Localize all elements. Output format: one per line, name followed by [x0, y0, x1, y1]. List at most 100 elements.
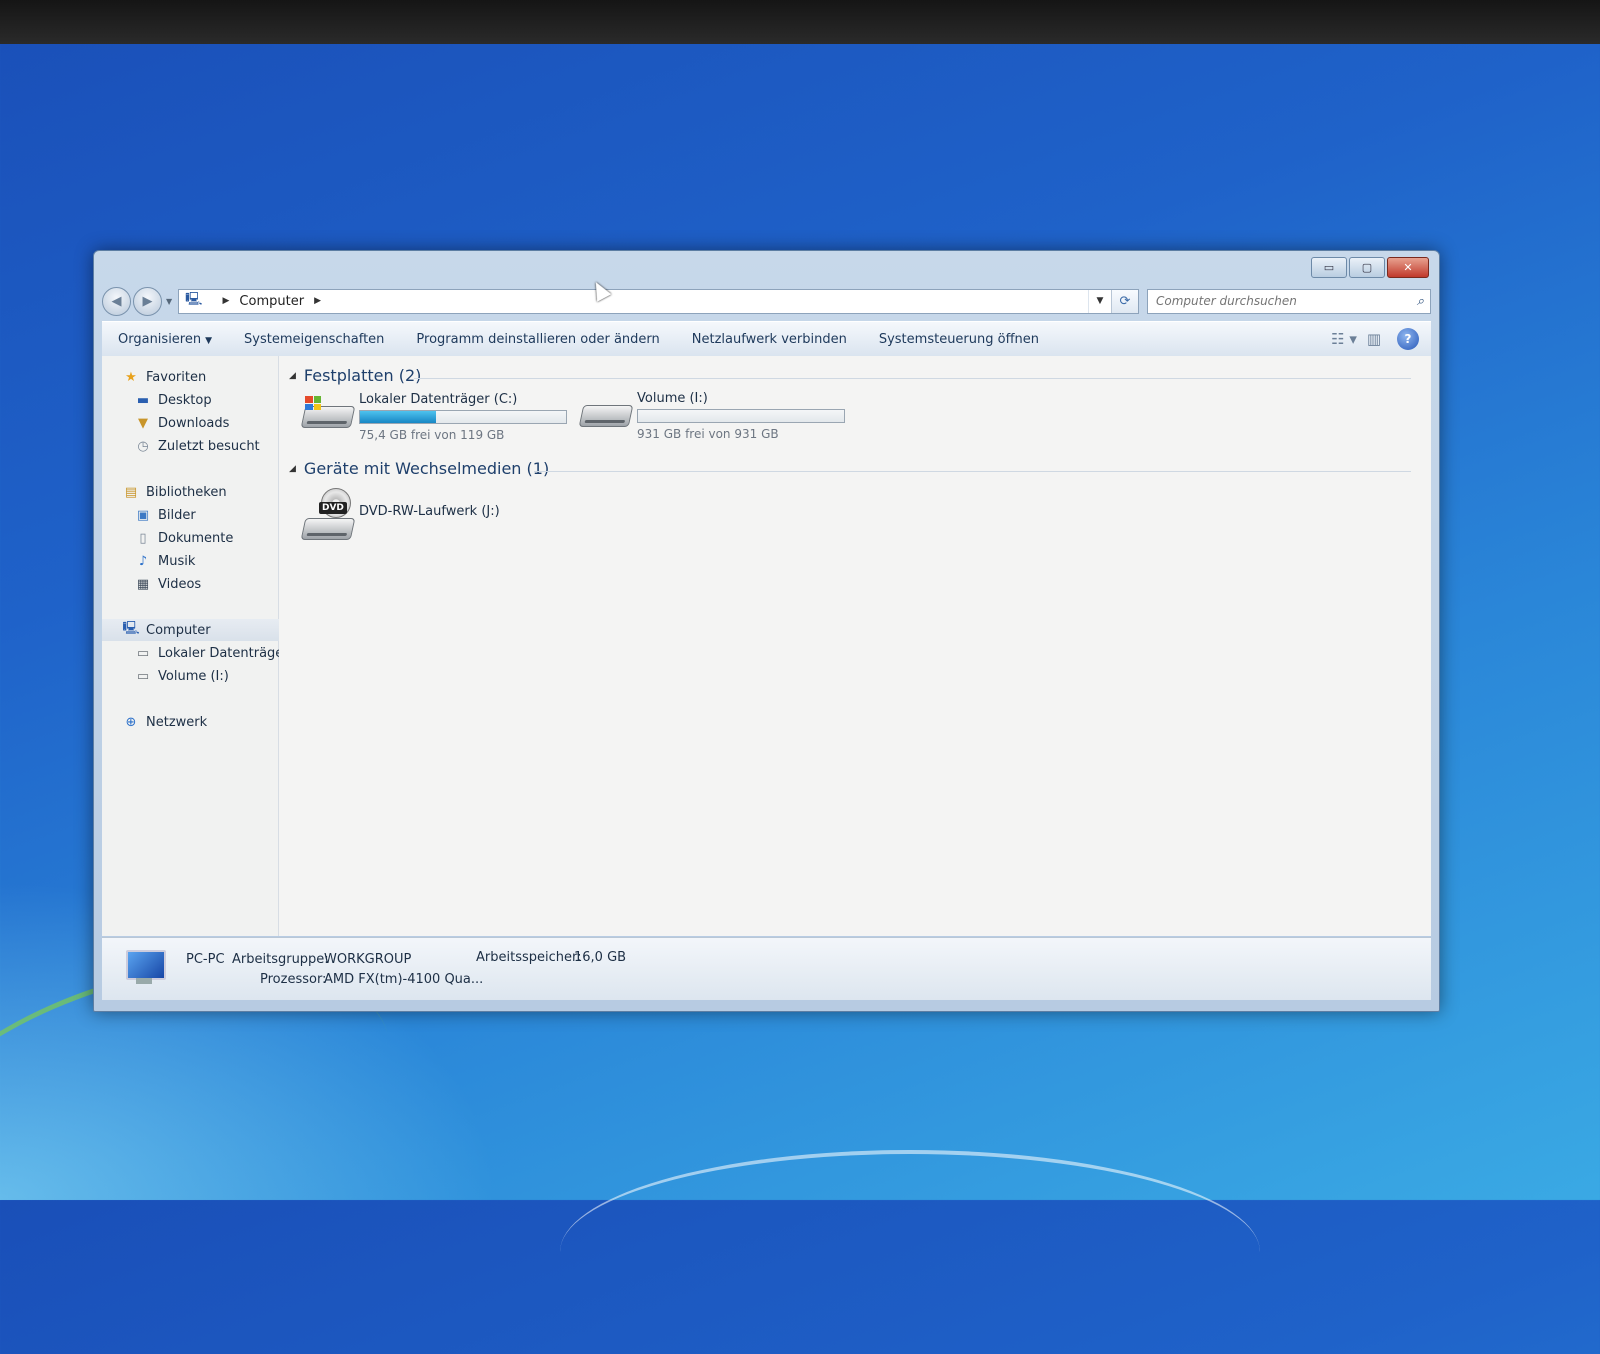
- organize-menu[interactable]: Organisieren ▼: [102, 332, 228, 347]
- drive-usage-bar: [359, 410, 567, 424]
- libraries-icon: ▤: [124, 484, 138, 500]
- windows-drive-icon: [299, 392, 356, 432]
- sidebar-item-videos[interactable]: ▦ Videos: [102, 573, 201, 595]
- drive-i[interactable]: Volume (I:) 931 GB frei von 931 GB: [577, 391, 845, 441]
- drive-c[interactable]: Lokaler Datenträger (C:) 75,4 GB frei vo…: [299, 392, 567, 442]
- drive-dvd[interactable]: DVD DVD-RW-Laufwerk (J:): [299, 488, 500, 542]
- sidebar-item-label: Musik: [158, 553, 196, 569]
- sidebar-item-label: Zuletzt besucht: [158, 438, 260, 454]
- sidebar-item-label: Downloads: [158, 415, 230, 431]
- drive-usage-fill: [360, 411, 437, 423]
- sidebar-item-recent[interactable]: ◷ Zuletzt besucht: [102, 435, 260, 457]
- sidebar-item-label: Dokumente: [158, 530, 234, 546]
- sidebar-item-label: Bilder: [158, 507, 196, 523]
- sidebar-item-pictures[interactable]: ▣ Bilder: [102, 504, 196, 526]
- breadcrumb-computer[interactable]: Computer: [239, 294, 304, 309]
- sidebar-item-label: Netzwerk: [146, 714, 208, 730]
- windows-drive-icon: ▭: [136, 645, 150, 661]
- memory-value: 16,0 GB: [574, 950, 627, 965]
- sidebar-item-label: Bibliotheken: [146, 484, 227, 500]
- sidebar-item-favorites[interactable]: ★ Favoriten: [102, 366, 206, 388]
- drive-name: Lokaler Datenträger (C:): [359, 392, 518, 407]
- videos-icon: ▦: [136, 576, 150, 592]
- chevron-down-icon: ▼: [205, 335, 213, 346]
- forward-button[interactable]: ▶: [133, 286, 162, 316]
- group-title: Festplatten (2): [303, 366, 422, 385]
- back-button[interactable]: ◀: [102, 286, 131, 316]
- processor-label: Prozessor:: [260, 972, 327, 987]
- explorer-window: ▭ ▢ ✕ ◀ ▶ ▼ 🖳 ▶ Computer ▶ ▼ ⟳ ⌕ Organis…: [93, 250, 1440, 1012]
- navigation-bar: ◀ ▶ ▼ 🖳 ▶ Computer ▶ ▼ ⟳ ⌕: [102, 286, 1431, 316]
- sidebar-item-network[interactable]: ⊕ Netzwerk: [102, 711, 208, 733]
- recent-pages-dropdown-icon[interactable]: ▼: [166, 297, 172, 306]
- computer-icon: [122, 950, 166, 986]
- sidebar-item-downloads[interactable]: ▼ Downloads: [102, 412, 229, 434]
- system-properties-button[interactable]: Systemeigenschaften: [228, 332, 400, 347]
- search-input[interactable]: [1154, 293, 1417, 309]
- forward-arrow-icon: ▶: [142, 293, 153, 309]
- documents-icon: ▯: [139, 530, 147, 546]
- network-icon: ⊕: [125, 714, 137, 730]
- sidebar-item-libraries[interactable]: ▤ Bibliotheken: [102, 481, 227, 503]
- workgroup-label: Arbeitsgruppe:: [232, 952, 329, 967]
- content-pane: ◢ Festplatten (2) Lokaler Datenträger (C…: [279, 356, 1431, 936]
- search-box[interactable]: ⌕: [1147, 288, 1431, 314]
- monitor-bezel: [0, 0, 1600, 44]
- drive-name: DVD-RW-Laufwerk (J:): [359, 503, 500, 519]
- details-pane: PC-PC Arbeitsgruppe: WORKGROUP Arbeitssp…: [102, 937, 1431, 1000]
- view-options-icon[interactable]: ☷ ▾: [1329, 330, 1359, 348]
- back-arrow-icon: ◀: [111, 293, 122, 309]
- star-icon: ★: [125, 369, 137, 385]
- collapse-triangle-icon[interactable]: ◢: [289, 371, 296, 381]
- sidebar-item-label: Lokaler Datenträger: [158, 645, 289, 661]
- maximize-button[interactable]: ▢: [1349, 257, 1385, 278]
- collapse-triangle-icon[interactable]: ◢: [289, 464, 296, 474]
- refresh-icon[interactable]: ⟳: [1111, 289, 1138, 313]
- group-title: Geräte mit Wechselmedien (1): [303, 459, 550, 478]
- desktop-icon: ▬: [136, 392, 150, 408]
- hard-drive-icon: ▭: [136, 668, 150, 684]
- preview-pane-icon[interactable]: ▥: [1359, 330, 1389, 348]
- sidebar-item-volume-i[interactable]: ▭ Volume (I:): [102, 665, 229, 687]
- sidebar-item-music[interactable]: ♪ Musik: [102, 550, 196, 572]
- computer-icon: 🖳: [122, 621, 140, 636]
- drive-name: Volume (I:): [637, 391, 708, 406]
- sidebar-item-label: Favoriten: [146, 369, 207, 385]
- uninstall-program-button[interactable]: Programm deinstallieren oder ändern: [400, 332, 675, 347]
- search-icon[interactable]: ⌕: [1417, 294, 1424, 309]
- pictures-icon: ▣: [136, 507, 150, 523]
- memory-label: Arbeitsspeicher:: [476, 950, 582, 965]
- address-bar[interactable]: 🖳 ▶ Computer ▶ ▼ ⟳: [178, 288, 1139, 314]
- open-control-panel-button[interactable]: Systemsteuerung öffnen: [863, 332, 1055, 347]
- computer-icon: 🖳: [185, 292, 203, 307]
- hard-drive-icon: [577, 391, 634, 431]
- sidebar-item-label: Computer: [146, 622, 211, 638]
- group-header-removable[interactable]: ◢ Geräte mit Wechselmedien (1): [289, 459, 549, 478]
- dvd-drive-icon: DVD: [299, 488, 356, 542]
- sidebar-item-documents[interactable]: ▯ Dokumente: [102, 527, 233, 549]
- sidebar-item-local-disk[interactable]: ▭ Lokaler Datenträger: [102, 642, 289, 664]
- music-icon: ♪: [138, 553, 148, 569]
- breadcrumb-separator-icon[interactable]: ▶: [314, 296, 321, 306]
- map-network-drive-button[interactable]: Netzlaufwerk verbinden: [676, 332, 863, 347]
- sidebar-item-computer[interactable]: 🖳 Computer: [102, 619, 298, 641]
- drive-free-space: 931 GB frei von 931 GB: [637, 427, 779, 441]
- downloads-folder-icon: ▼: [138, 415, 148, 431]
- breadcrumb-separator-icon[interactable]: ▶: [223, 296, 230, 306]
- minimize-button[interactable]: ▭: [1311, 257, 1347, 278]
- group-divider: [414, 378, 1411, 379]
- drive-free-space: 75,4 GB frei von 119 GB: [359, 428, 505, 442]
- processor-value: AMD FX(tm)-4100 Qua...: [324, 972, 484, 987]
- address-dropdown-icon[interactable]: ▼: [1088, 289, 1111, 313]
- workgroup-value: WORKGROUP: [324, 952, 412, 967]
- navigation-pane: ★ Favoriten ▬ Desktop ▼ Downloads ◷ Zuletzt …: [102, 356, 298, 936]
- drive-usage-bar: [637, 409, 845, 423]
- close-button[interactable]: ✕: [1387, 257, 1429, 278]
- caption-buttons: ▭ ▢ ✕: [1311, 257, 1429, 278]
- help-icon[interactable]: ?: [1397, 328, 1419, 350]
- group-header-hard-drives[interactable]: ◢ Festplatten (2): [289, 366, 421, 385]
- desktop-wallpaper-arc: [560, 1150, 1260, 1354]
- sidebar-item-label: Volume (I:): [158, 668, 229, 684]
- sidebar-item-desktop[interactable]: ▬ Desktop: [102, 389, 212, 411]
- sidebar-item-label: Videos: [158, 576, 202, 592]
